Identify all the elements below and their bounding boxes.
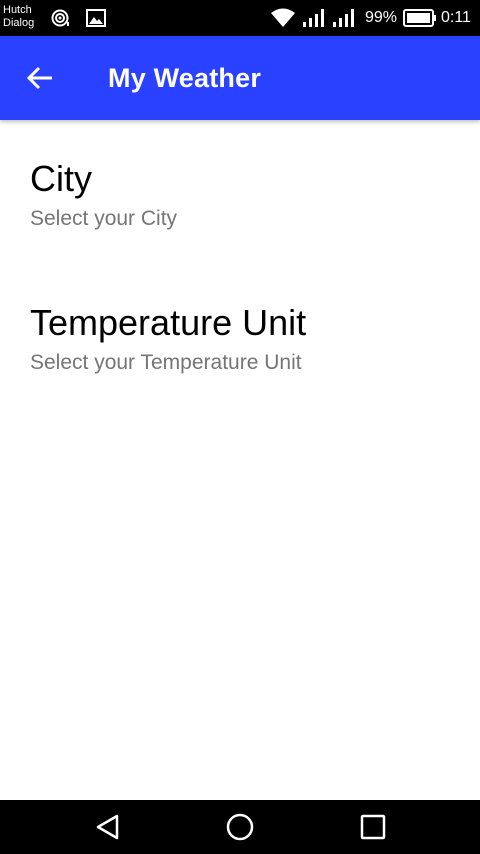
preference-title: City xyxy=(30,158,92,199)
status-bar: Hutch Dialog 99% 0:11 xyxy=(0,0,480,36)
page-title: My Weather xyxy=(108,63,262,93)
preference-temperature-unit[interactable]: Temperature Unit Select your Temperature… xyxy=(0,284,480,404)
carrier-line-1: Hutch xyxy=(3,4,32,16)
home-circle-icon xyxy=(226,813,254,841)
settings-screen: Hutch Dialog 99% 0:11 My Weather City Se… xyxy=(0,0,480,854)
recents-square-icon xyxy=(360,814,386,840)
image-icon xyxy=(86,9,106,27)
navigation-bar xyxy=(0,800,480,854)
app-bar: My Weather xyxy=(0,36,480,120)
wifi-icon xyxy=(271,8,295,27)
back-triangle-icon xyxy=(96,814,119,840)
battery-percent: 99% xyxy=(365,9,398,26)
nav-home-button[interactable] xyxy=(220,807,260,847)
status-clock: 0:11 xyxy=(441,9,471,26)
carrier-line-2: Dialog xyxy=(3,17,35,29)
arrow-back-icon xyxy=(26,66,52,90)
battery-icon xyxy=(403,9,436,27)
preference-title: Temperature Unit xyxy=(30,302,307,343)
hotspot-icon xyxy=(51,9,69,27)
nav-back-button[interactable] xyxy=(88,807,128,847)
preference-summary: Select your Temperature Unit xyxy=(30,351,302,374)
preference-city[interactable]: City Select your City xyxy=(0,140,480,260)
signal-icon-2 xyxy=(333,9,354,27)
back-button[interactable] xyxy=(20,58,60,98)
preference-summary: Select your City xyxy=(30,207,178,230)
nav-recents-button[interactable] xyxy=(353,807,393,847)
signal-icon xyxy=(303,9,324,27)
carrier-name: Hutch Dialog xyxy=(3,4,34,30)
